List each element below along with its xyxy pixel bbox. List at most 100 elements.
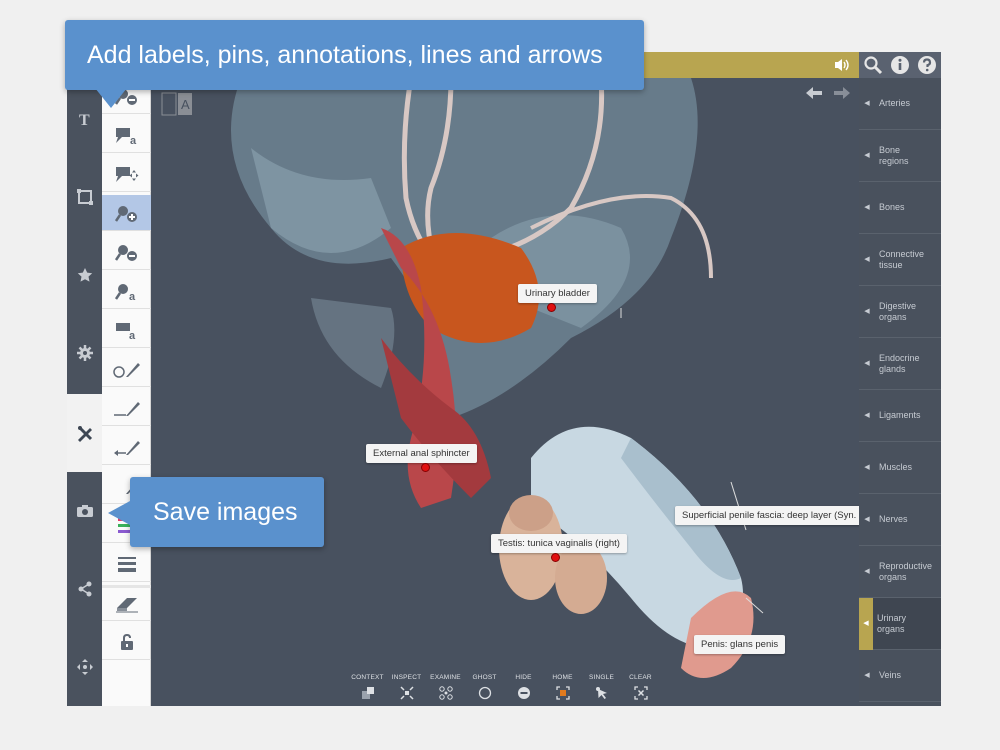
anatomy-model[interactable] — [151, 78, 859, 706]
single-button[interactable]: SINGLE — [585, 674, 618, 700]
category-item[interactable]: ◀ Reproductive organs — [859, 546, 941, 598]
sidebar-item-favorites[interactable] — [67, 236, 102, 314]
clear-button[interactable]: CLEAR — [624, 674, 657, 700]
category-item[interactable]: ◀ Ligaments — [859, 390, 941, 442]
home-button[interactable]: HOME — [546, 674, 579, 700]
category-item[interactable]: ◀ Veins — [859, 650, 941, 702]
tool-pin-add[interactable] — [102, 195, 151, 231]
home-icon — [555, 686, 570, 700]
tool-pin-delete[interactable] — [102, 234, 151, 270]
label-testis[interactable]: Testis: tunica vaginalis (right) — [491, 534, 627, 553]
category-item[interactable]: ◀ Digestive organs — [859, 286, 941, 338]
sidebar-item-move[interactable] — [67, 628, 102, 706]
category-item[interactable]: ◀ Nerves — [859, 494, 941, 546]
label-penis[interactable]: Penis: glans penis — [694, 635, 786, 654]
tool-note-label[interactable]: a — [102, 312, 151, 348]
share-icon — [78, 581, 91, 597]
category-item[interactable]: ◀ Endocrine glands — [859, 338, 941, 390]
tool-line-weight[interactable] — [102, 546, 151, 582]
pin-urinary-bladder[interactable] — [547, 303, 556, 312]
left-sidebar: T — [67, 78, 102, 706]
pin-add-icon — [114, 205, 137, 222]
tool-line-draw[interactable] — [102, 390, 151, 426]
category-label: Nerves — [879, 514, 908, 524]
category-label: Reproductive organs — [879, 560, 933, 582]
expand-triangle-icon: ◀ — [864, 360, 870, 367]
right-sidebar: ◀ Arteries ◀ Bone regions ◀ Bones ◀ Connective ti… — [859, 78, 941, 706]
category-label: Muscles — [879, 462, 913, 472]
tool-circle-draw[interactable] — [102, 351, 151, 387]
label-urinary-bladder[interactable]: Urinary bladder — [518, 284, 597, 303]
category-item[interactable]: ◀ Bone regions — [859, 130, 941, 182]
arrow-draw-icon — [113, 440, 140, 456]
inspect-button[interactable]: INSPECT — [390, 674, 423, 700]
note-label-icon: a — [115, 322, 136, 340]
sidebar-item-frame[interactable] — [67, 158, 102, 236]
search-icon[interactable] — [863, 55, 883, 75]
tool-clear[interactable] — [102, 585, 151, 621]
label-superficial-penile-fascia[interactable]: Superficial penile fascia: deep layer (S… — [675, 506, 859, 525]
pin-delete-icon — [114, 244, 137, 261]
context-button[interactable]: CONTEXT — [351, 674, 384, 700]
expand-triangle-icon: ◀ — [864, 100, 870, 107]
top-icons — [859, 52, 941, 78]
single-select-icon — [595, 687, 607, 699]
ghost-icon — [478, 686, 491, 700]
move-icon — [76, 659, 93, 675]
category-item[interactable]: ◀ Bones — [859, 182, 941, 234]
expand-triangle-icon: ◀ — [864, 672, 870, 679]
pin-external-anal-sphincter[interactable] — [421, 463, 430, 472]
sidebar-item-share[interactable] — [67, 550, 102, 628]
sidebar-item-annotate[interactable] — [67, 394, 102, 472]
line-weight-icon — [117, 556, 136, 572]
examine-icon — [438, 686, 453, 700]
ghost-button[interactable]: GHOST — [468, 674, 501, 700]
tool-label-move[interactable] — [102, 156, 151, 192]
label-move-icon — [115, 166, 138, 182]
category-item[interactable]: ◀ Arteries — [859, 78, 941, 130]
svg-text:a: a — [129, 330, 136, 340]
examine-button[interactable]: EXAMINE — [429, 674, 462, 700]
view-mode-icon[interactable]: A — [161, 92, 193, 116]
gear-icon — [76, 345, 93, 361]
camera-icon — [76, 505, 93, 517]
pin-label-icon: a — [114, 283, 136, 301]
expand-triangle-icon: ◀ — [864, 256, 870, 263]
svg-text:a: a — [130, 135, 137, 145]
sidebar-item-settings[interactable] — [67, 314, 102, 392]
info-icon[interactable] — [890, 55, 910, 75]
tool-pin-label[interactable]: a — [102, 273, 151, 309]
unlock-icon — [120, 633, 133, 650]
tool-arrow-draw[interactable] — [102, 429, 151, 465]
forward-arrow-icon[interactable] — [833, 86, 851, 100]
category-item[interactable]: ◀ Muscles — [859, 442, 941, 494]
expand-triangle-icon: ◀ — [864, 204, 870, 211]
context-icon — [361, 687, 374, 699]
tool-unlock[interactable] — [102, 624, 151, 660]
label-text-icon: a — [115, 127, 137, 145]
category-label: Bone regions — [879, 144, 909, 166]
annotate-icon — [77, 425, 92, 442]
expand-triangle-icon: ◀ — [864, 516, 870, 523]
help-icon[interactable] — [917, 55, 937, 75]
category-label: Endocrine glands — [879, 352, 920, 374]
clear-icon — [115, 598, 138, 613]
hide-button[interactable]: HIDE — [507, 674, 540, 700]
back-arrow-icon[interactable] — [805, 86, 823, 100]
app-window: T a a a A Urinary bladder External anal … — [67, 52, 941, 706]
clear-selection-icon — [633, 686, 648, 700]
category-label: Connective tissue — [879, 248, 925, 270]
callout-save-images: Save images — [108, 477, 324, 547]
expand-triangle-icon: ◀ — [864, 152, 870, 159]
label-external-anal-sphincter[interactable]: External anal sphincter — [366, 444, 477, 463]
annotation-tools: a a a — [102, 78, 151, 706]
sidebar-item-camera[interactable] — [67, 472, 102, 550]
speaker-icon[interactable] — [833, 57, 851, 73]
category-item[interactable]: ◀ Urinary organs — [859, 597, 941, 650]
3d-viewport[interactable]: A Urinary bladder External anal sphincte… — [151, 78, 859, 706]
callout-annotations: Add labels, pins, annotations, lines and… — [65, 20, 644, 108]
tool-label-text[interactable]: a — [102, 117, 151, 153]
category-item[interactable]: ◀ Connective tissue — [859, 234, 941, 286]
expand-triangle-icon: ◀ — [864, 464, 870, 471]
pin-testis[interactable] — [551, 553, 560, 562]
